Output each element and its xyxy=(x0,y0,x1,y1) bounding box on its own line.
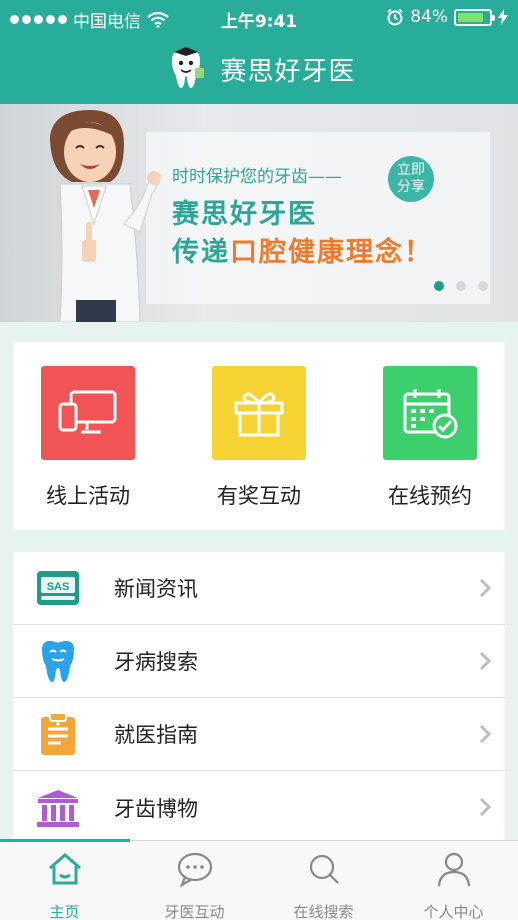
news-icon: SAS xyxy=(35,565,81,611)
dentist-illustration xyxy=(50,110,161,322)
chevron-right-icon xyxy=(479,651,491,671)
quick-action-booking[interactable]: 在线预约 xyxy=(355,366,505,510)
menu-list: SAS 新闻资讯 牙病搜索 就医指南 牙齿博物 xyxy=(13,552,505,844)
chevron-right-icon xyxy=(479,797,491,817)
banner-subline: 传递口腔健康理念！ xyxy=(172,237,433,268)
quick-action-label: 有奖互动 xyxy=(217,484,301,508)
banner-dot-1[interactable] xyxy=(434,281,444,291)
banner-headline: 赛思好牙医 xyxy=(172,199,317,230)
tab-label: 牙医互动 xyxy=(164,903,225,920)
gift-icon xyxy=(212,366,306,460)
promo-banner[interactable]: 时时保护您的牙齿—— 赛思好牙医 传递口腔健康理念！ 立即 分享 xyxy=(0,104,518,322)
share-button[interactable]: 立即 分享 xyxy=(388,156,434,202)
battery-icon xyxy=(454,8,495,26)
alarm-icon xyxy=(387,8,403,26)
menu-item-label: 就医指南 xyxy=(114,723,198,747)
tab-profile[interactable]: 个人中心 xyxy=(389,841,518,920)
menu-item-tooth-museum[interactable]: 牙齿博物 xyxy=(13,771,505,844)
banner-dot-2[interactable] xyxy=(456,281,466,291)
menu-item-label: 牙病搜索 xyxy=(114,650,198,674)
tab-label: 主页 xyxy=(49,903,80,920)
tab-label: 在线搜索 xyxy=(293,903,354,920)
user-icon xyxy=(437,852,470,887)
chevron-right-icon xyxy=(479,578,491,598)
menu-item-news[interactable]: SAS 新闻资讯 xyxy=(13,552,505,625)
home-icon xyxy=(48,853,81,885)
tab-bar: 主页 牙医互动 在线搜索 个人中心 xyxy=(0,839,518,920)
banner-dot-3[interactable] xyxy=(478,281,488,291)
clipboard-icon xyxy=(35,711,81,757)
quick-action-label: 线上活动 xyxy=(46,484,130,508)
charging-icon xyxy=(498,9,508,25)
top-bar: 中国电信 上午9:41 84% 赛思好牙医 xyxy=(0,0,518,104)
calendar-check-icon xyxy=(383,366,477,460)
chat-icon xyxy=(177,852,212,888)
app-header: 赛思好牙医 xyxy=(0,34,518,104)
quick-actions-card: 线上活动 有奖互动 在线预约 xyxy=(13,342,505,530)
app-title: 赛思好牙医 xyxy=(220,56,356,87)
menu-item-label: 牙齿博物 xyxy=(114,796,198,821)
tooth-mascot-logo xyxy=(172,47,205,88)
menu-item-medical-guide[interactable]: 就医指南 xyxy=(13,698,505,771)
tab-label: 个人中心 xyxy=(423,903,484,920)
battery-percent: 84% xyxy=(410,7,448,27)
tooth-icon xyxy=(35,638,81,684)
banner-tagline: 时时保护您的牙齿—— xyxy=(172,167,342,187)
tab-dentist-chat[interactable]: 牙医互动 xyxy=(130,841,259,920)
chevron-right-icon xyxy=(479,724,491,744)
tab-home[interactable]: 主页 xyxy=(0,841,129,920)
svg-text:SAS: SAS xyxy=(47,581,70,593)
status-bar: 中国电信 上午9:41 84% xyxy=(0,0,518,34)
museum-icon xyxy=(35,785,81,831)
tab-online-search[interactable]: 在线搜索 xyxy=(259,841,388,920)
quick-action-online-events[interactable]: 线上活动 xyxy=(13,366,163,510)
menu-item-disease-search[interactable]: 牙病搜索 xyxy=(13,625,505,698)
monitor-icon xyxy=(41,366,135,460)
quick-action-label: 在线预约 xyxy=(388,484,472,508)
search-icon xyxy=(309,854,339,884)
quick-action-prize-interaction[interactable]: 有奖互动 xyxy=(184,366,334,510)
menu-item-label: 新闻资讯 xyxy=(114,577,198,601)
banner-pager[interactable] xyxy=(434,281,488,291)
